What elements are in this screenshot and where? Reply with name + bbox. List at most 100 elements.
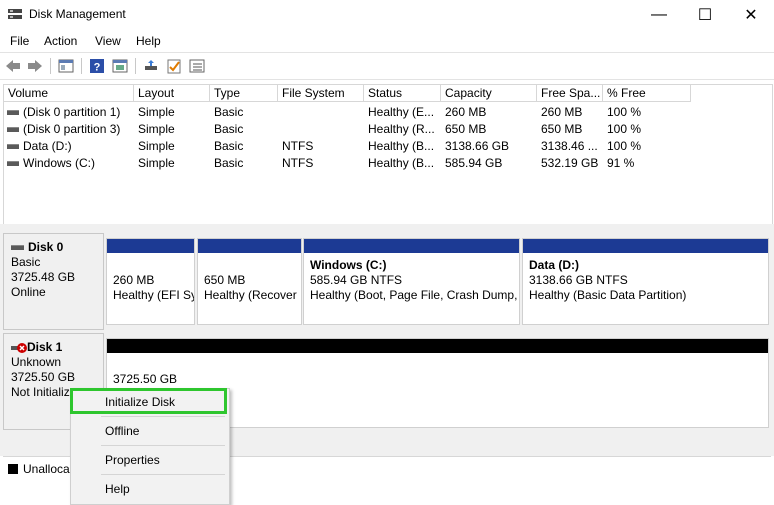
table-row[interactable]: (Disk 0 partition 3) Simple Basic Health… [4, 121, 772, 138]
disk-management-app-icon [8, 9, 22, 19]
list-icon[interactable] [188, 57, 206, 75]
minimize-icon: — [651, 6, 667, 23]
disk-1-size: 3725.50 GB [11, 370, 76, 384]
column-header-type[interactable]: Type [210, 85, 278, 102]
volume-icon [7, 144, 19, 150]
menu-separator [101, 445, 225, 446]
forward-arrow-icon[interactable] [26, 57, 44, 75]
partition-size: 3138.66 GB NTFS [529, 273, 628, 287]
partition-name: Data (D:) [529, 258, 579, 272]
cell-status: Healthy (E... [368, 105, 435, 119]
partition-bar [198, 239, 301, 253]
properties-icon[interactable] [111, 57, 129, 75]
column-header-free-space[interactable]: Free Spa... [537, 85, 603, 102]
cell-file-system: NTFS [282, 139, 314, 153]
check-icon[interactable] [165, 57, 183, 75]
menu-item-offline[interactable]: Offline [105, 424, 139, 438]
cell-type: Basic [214, 156, 244, 170]
partition-windows-c[interactable]: Windows (C:) 585.94 GB NTFS Healthy (Boo… [303, 238, 520, 325]
menu-view[interactable]: View [95, 34, 121, 48]
console-tree-icon[interactable] [57, 57, 75, 75]
partition-size: 650 MB [204, 273, 246, 287]
close-icon: ✕ [744, 7, 758, 24]
menu-separator [101, 474, 225, 475]
table-row[interactable]: Data (D:) Simple Basic NTFS Healthy (B..… [4, 138, 772, 155]
column-header-file-system[interactable]: File System [278, 85, 364, 102]
cell-volume: (Disk 0 partition 3) [7, 121, 134, 138]
disk-0-type: Basic [11, 255, 41, 269]
volume-icon [7, 127, 19, 133]
disk-1-type: Unknown [11, 355, 62, 369]
cell-status: Healthy (B... [368, 139, 435, 153]
cell-free-space: 260 MB [541, 105, 583, 119]
cell-file-system: NTFS [282, 156, 314, 170]
partition-efi[interactable]: 260 MB Healthy (EFI Sy [106, 238, 195, 325]
partition-data-d[interactable]: Data (D:) 3138.66 GB NTFS Healthy (Basic… [522, 238, 769, 325]
menu-item-help[interactable]: Help [105, 482, 130, 496]
connect-icon[interactable] [142, 57, 160, 75]
cell-layout: Simple [138, 139, 175, 153]
cell-percent-free: 100 % [607, 122, 642, 136]
title-bar: Disk Management — ☐ ✕ [0, 0, 774, 30]
menu-separator [101, 416, 225, 417]
cell-status: Healthy (B... [368, 156, 435, 170]
column-header-capacity[interactable]: Capacity [441, 85, 537, 102]
cell-percent-free: 91 % [607, 156, 635, 170]
column-header-layout[interactable]: Layout [134, 85, 210, 102]
table-row[interactable]: Windows (C:) Simple Basic NTFS Healthy (… [4, 155, 772, 172]
cell-volume: Data (D:) [7, 138, 134, 155]
cell-type: Basic [214, 139, 244, 153]
cell-free-space: 532.19 GB [541, 156, 599, 170]
highlight-box [70, 388, 227, 414]
cell-layout: Simple [138, 122, 175, 136]
partition-size: 585.94 GB NTFS [310, 273, 403, 287]
partition-recovery[interactable]: 650 MB Healthy (Recover [197, 238, 302, 325]
menu-bar: File Action View Help [0, 31, 774, 51]
disk-icon [11, 245, 24, 251]
table-row[interactable]: (Disk 0 partition 1) Simple Basic Health… [4, 104, 772, 121]
window-title: Disk Management [29, 7, 126, 21]
cell-layout: Simple [138, 156, 175, 170]
disk-0-status: Online [11, 285, 46, 299]
cell-type: Basic [214, 122, 244, 136]
cell-percent-free: 100 % [607, 105, 642, 119]
volume-icon [7, 110, 19, 116]
close-button[interactable]: ✕ [728, 0, 774, 30]
menu-action[interactable]: Action [44, 34, 77, 48]
volume-list[interactable]: Volume Layout Type File System Status Ca… [3, 84, 773, 226]
column-header-percent-free[interactable]: % Free [603, 85, 691, 102]
help-icon[interactable]: ? [88, 57, 106, 75]
disk-0-label[interactable]: Disk 0 Basic 3725.48 GB Online [3, 233, 104, 330]
cell-percent-free: 100 % [607, 139, 642, 153]
unallocated-swatch [8, 464, 18, 474]
menu-file[interactable]: File [10, 34, 29, 48]
maximize-button[interactable]: ☐ [682, 0, 728, 30]
partition-status: Healthy (EFI Sy [113, 288, 194, 302]
partition-bar [107, 339, 768, 353]
maximize-icon: ☐ [697, 7, 713, 24]
minimize-button[interactable]: — [636, 0, 682, 30]
volume-icon [7, 161, 19, 167]
cell-status: Healthy (R... [368, 122, 435, 136]
cell-free-space: 3138.46 ... [541, 139, 598, 153]
legend-unallocated-label: Unalloca [23, 462, 70, 476]
partition-name: Windows (C:) [310, 258, 387, 272]
toolbar: ? [0, 52, 774, 80]
cell-type: Basic [214, 105, 244, 119]
back-arrow-icon[interactable] [4, 57, 22, 75]
cell-free-space: 650 MB [541, 122, 583, 136]
partition-status: Healthy (Basic Data Partition) [529, 288, 687, 302]
cell-volume: Windows (C:) [7, 155, 134, 172]
disk-0-size: 3725.48 GB [11, 270, 76, 284]
partition-size: 3725.50 GB [113, 372, 178, 386]
partition-bar [107, 239, 194, 253]
cell-capacity: 260 MB [445, 105, 487, 119]
column-header-volume[interactable]: Volume [4, 85, 134, 102]
menu-help[interactable]: Help [136, 34, 161, 48]
column-header-status[interactable]: Status [364, 85, 441, 102]
partition-status: Healthy (Boot, Page File, Crash Dump, [310, 288, 518, 302]
partition-bar [523, 239, 768, 253]
menu-item-properties[interactable]: Properties [105, 453, 160, 467]
partition-bar [304, 239, 519, 253]
disk-0-title: Disk 0 [11, 240, 96, 255]
